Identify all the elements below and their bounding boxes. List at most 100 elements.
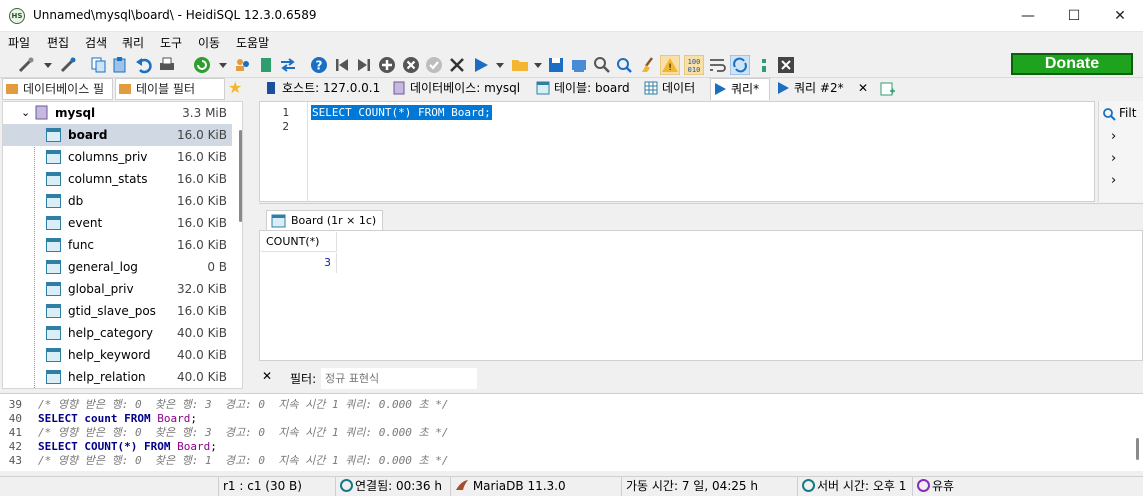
database-filter-field[interactable]: 데이터베이스 필 [2, 78, 113, 100]
tree-item-help-relation[interactable]: help_relation 40.0 KiB [3, 366, 232, 388]
tree-item-help-category[interactable]: help_category 40.0 KiB [3, 322, 232, 344]
tree-item-global-priv[interactable]: global_priv 32.0 KiB [3, 278, 232, 300]
tree-item-event[interactable]: event 16.0 KiB [3, 212, 232, 234]
help-icon[interactable]: ? [309, 55, 329, 75]
grid-column-header[interactable]: COUNT(*) [261, 232, 337, 252]
cancel-icon[interactable] [401, 55, 421, 75]
explain-icon[interactable] [754, 55, 774, 75]
connect-icon[interactable] [16, 55, 36, 75]
maximize-button[interactable]: ☐ [1051, 0, 1097, 32]
undo-icon[interactable] [134, 55, 154, 75]
menu-tools[interactable]: 도구 [160, 34, 182, 51]
sql-editor[interactable]: 1 2 SELECT COUNT(*) FROM Board; [259, 101, 1095, 202]
open-icon[interactable] [510, 55, 530, 75]
minimize-button[interactable]: — [1005, 0, 1051, 32]
disconnect-icon[interactable] [58, 55, 78, 75]
import-icon[interactable] [278, 55, 298, 75]
wrap-icon[interactable] [707, 55, 727, 75]
log-line-number: 42 [8, 440, 22, 453]
main-toolbar: ? ! 100 010 [0, 52, 1143, 78]
tree-item-board[interactable]: board 16.0 KiB [3, 124, 232, 146]
menu-search[interactable]: 검색 [85, 34, 107, 51]
menu-edit[interactable]: 편집 [47, 34, 69, 51]
result-tab-board[interactable]: Board (1r × 1c) [266, 210, 384, 231]
line-number: 2 [282, 120, 289, 133]
tree-item-help-keyword[interactable]: help_keyword 40.0 KiB [3, 344, 232, 366]
tree-item-gtid-slave-pos[interactable]: gtid_slave_pos 16.0 KiB [3, 300, 232, 322]
find-icon[interactable] [592, 55, 612, 75]
tree-database-mysql[interactable]: ⌄ mysql 3.3 MiB [3, 102, 232, 124]
search-icon [1103, 108, 1116, 121]
users-icon[interactable] [233, 55, 253, 75]
chevron-right-icon[interactable]: › [1111, 151, 1116, 166]
stop-icon[interactable] [776, 55, 796, 75]
chevron-right-icon[interactable]: › [1111, 173, 1116, 188]
dropdown-icon[interactable] [528, 55, 548, 75]
clear-icon[interactable] [638, 55, 658, 75]
delete-icon[interactable] [447, 55, 467, 75]
close-tab-icon[interactable]: ✕ [858, 78, 868, 98]
chevron-right-icon[interactable]: › [1111, 129, 1116, 144]
table-size: 16.0 KiB [177, 172, 227, 186]
tree-scrollbar[interactable] [239, 130, 242, 222]
replace-icon[interactable] [614, 55, 634, 75]
menu-file[interactable]: 파일 [8, 34, 30, 51]
run-icon[interactable] [471, 55, 491, 75]
dropdown-icon[interactable] [38, 55, 58, 75]
menu-help[interactable]: 도움말 [236, 34, 269, 51]
log-line-number: 39 [8, 398, 22, 411]
tree-item-func[interactable]: func 16.0 KiB [3, 234, 232, 256]
apply-icon[interactable] [424, 55, 444, 75]
sync-icon[interactable] [730, 55, 750, 75]
paste-icon[interactable] [110, 55, 130, 75]
sql-log[interactable]: 39 /* 영향 받은 행: 0 찾은 행: 3 경고: 0 지속 시간 1 쿼리… [0, 393, 1143, 471]
tab-host-label: 호스트: 127.0.0.1 [282, 81, 381, 95]
dropdown-icon[interactable] [213, 55, 233, 75]
tree-item-general-log[interactable]: general_log 0 B [3, 256, 232, 278]
favorite-star-icon[interactable]: ★ [228, 78, 242, 97]
copy-icon[interactable] [88, 55, 108, 75]
tree-item-column-stats[interactable]: column_stats 16.0 KiB [3, 168, 232, 190]
tab-query[interactable]: 쿼리* [710, 78, 770, 100]
first-icon[interactable] [332, 55, 352, 75]
save-icon[interactable] [546, 55, 566, 75]
table-icon [271, 214, 286, 228]
tab-host[interactable]: 호스트: 127.0.0.1 [262, 78, 387, 100]
menu-goto[interactable]: 이동 [198, 34, 220, 51]
close-filter-icon[interactable]: ✕ [262, 369, 272, 383]
tab-query-2[interactable]: 쿼리 #2* ✕ [774, 78, 880, 100]
log-function: count [84, 412, 118, 425]
tab-database[interactable]: 데이터베이스: mysql [390, 78, 530, 100]
save-as-icon[interactable] [569, 55, 589, 75]
last-icon[interactable] [354, 55, 374, 75]
expand-chevron-icon[interactable]: ⌄ [21, 102, 30, 124]
log-line-number: 41 [8, 426, 22, 439]
grid-cell[interactable]: 3 [261, 253, 337, 273]
menu-bar: 파일 편집 검색 쿼리 도구 이동 도움말 [0, 32, 1143, 52]
donate-button[interactable]: Donate [1011, 53, 1133, 75]
menu-query[interactable]: 쿼리 [122, 34, 144, 51]
svg-text:!: ! [668, 63, 672, 73]
status-server-time-text: 서버 시간: 오후 1 [817, 479, 907, 493]
new-query-tab-icon[interactable] [880, 81, 896, 97]
add-icon[interactable] [377, 55, 397, 75]
log-scrollbar[interactable] [1136, 438, 1139, 460]
tab-database-label: 데이터베이스: mysql [410, 81, 521, 95]
tab-data[interactable]: 데이터 [642, 78, 708, 100]
filter-regex-input[interactable] [321, 368, 477, 389]
sql-query-text[interactable]: SELECT COUNT(*) FROM Board; [311, 105, 492, 120]
tree-item-db[interactable]: db 16.0 KiB [3, 190, 232, 212]
refresh-icon[interactable] [192, 55, 212, 75]
table-icon [46, 326, 61, 340]
tree-item-columns-priv[interactable]: columns_priv 16.0 KiB [3, 146, 232, 168]
warning-icon[interactable]: ! [660, 55, 680, 75]
tab-table[interactable]: 테이블: board [534, 78, 637, 100]
status-server-time: 서버 시간: 오후 1 [797, 477, 911, 496]
print-icon[interactable] [157, 55, 177, 75]
dropdown-icon[interactable] [490, 55, 510, 75]
binary-icon[interactable]: 100010 [684, 55, 704, 75]
close-button[interactable]: ✕ [1097, 0, 1143, 32]
table-filter-field[interactable]: 테이블 필터 [115, 78, 225, 100]
export-icon[interactable] [256, 55, 276, 75]
result-grid[interactable]: COUNT(*) 3 [259, 230, 1143, 361]
